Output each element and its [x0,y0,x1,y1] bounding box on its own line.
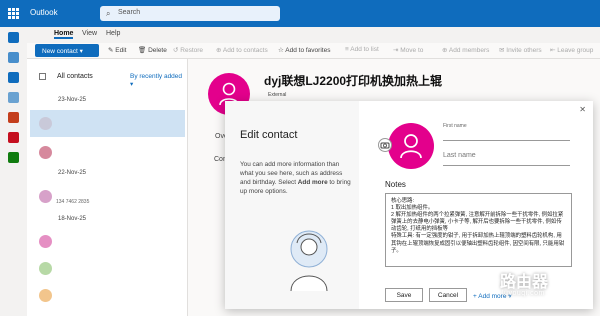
search-icon: ⌕ [106,9,111,18]
last-name-field[interactable]: Last name [443,152,570,166]
add-to-contacts-button[interactable]: ⊕ Add to contacts [216,46,268,54]
todo-icon[interactable] [8,92,19,103]
date-header: 23-Nov-25 [58,97,87,103]
avatar [39,117,52,130]
watermark: 路由器 luyouqi.com [488,268,593,310]
watermark-title: 路由器 [500,274,549,291]
sort-dropdown[interactable]: By recently added ▾ [130,73,187,88]
notes-label: Notes [385,180,406,189]
leave-group-button[interactable]: ⇤ Leave group [550,46,593,54]
cancel-button[interactable]: Cancel [429,288,467,302]
new-contact-label: New contact [42,48,78,55]
tab-help[interactable]: Help [106,30,120,37]
dialog-info-panel: Edit contact You can add more informatio… [225,101,359,309]
add-members-button[interactable]: ⊕ Add members [442,46,489,54]
avatar [39,190,52,203]
list-item[interactable] [30,255,185,282]
waffle-icon[interactable] [8,8,19,19]
add-to-list-label: Add to list [350,46,379,53]
save-button[interactable]: Save [385,288,423,302]
list-item[interactable] [30,228,185,255]
contact-type: External [268,92,287,98]
contact-list: All contacts By recently added ▾ 23-Nov-… [27,59,188,316]
restore-button[interactable]: ↺ Restore [173,46,203,54]
top-bar: Outlook ⌕ Search [0,0,600,27]
dialog-avatar [388,123,434,169]
avatar [39,289,52,302]
tab-view[interactable]: View [82,30,97,37]
notes-line: 特殊工具: 有一定强度的钳子, 用于拆卸加热上辊顶端的塑料齿轮机构, 用其钩在上… [391,233,565,254]
add-to-list-button[interactable]: ≡ Add to list [345,46,379,53]
list-item[interactable] [30,282,185,309]
add-to-contacts-label: Add to contacts [222,47,268,54]
add-members-label: Add members [448,47,490,54]
people-icon[interactable] [8,72,19,83]
tab-home[interactable]: Home [54,30,74,39]
move-to-label: Move to [400,47,424,54]
user-silhouette-icon [400,134,422,159]
app-icon-2[interactable] [8,132,19,143]
search-input[interactable]: ⌕ Search [100,6,280,21]
list-item-phone: 134 7462 2835 [56,199,90,205]
restore-label: Restore [180,47,204,54]
date-header: 18-Nov-25 [58,216,87,222]
camera-icon[interactable] [378,138,392,152]
delete-button[interactable]: 🗑 Delete [138,46,167,54]
contact-name: dyj联想LJ2200打印机换加热上辊 [264,74,443,88]
mail-icon[interactable] [8,32,19,43]
leave-group-label: Leave group [557,47,594,54]
edit-button[interactable]: ✎ Edit [108,46,126,54]
add-to-favorites-label: Add to favorites [285,47,331,54]
list-item[interactable] [30,139,185,166]
edit-label: Edit [115,47,127,54]
new-contact-button[interactable]: New contact ▾ [35,44,99,57]
move-to-button[interactable]: ⇥ Move to [393,46,423,54]
notes-textarea[interactable]: 核心思路: 1 取出加热组件。 2 解开加热组件的两个拉紧弹簧, 注意解开前拆除… [385,193,572,267]
desc-bold: Add more [297,179,328,186]
app-rail [0,27,27,316]
app-icon-3[interactable] [8,152,19,163]
menu-bar: Home View Help [27,27,600,43]
person-illustration [290,230,328,291]
avatar [39,146,52,159]
dialog-title: Edit contact [240,129,298,141]
calendar-icon[interactable] [8,52,19,63]
delete-label: Delete [148,47,167,54]
last-name-placeholder: Last name [443,152,476,159]
list-header: All contacts [57,73,93,80]
close-icon[interactable]: ✕ [579,105,586,114]
invite-others-button[interactable]: ✉ Invite others [499,46,542,54]
select-all-checkbox[interactable] [39,73,46,80]
first-name-label: First name [443,123,467,129]
watermark-url: luyouqi.com [502,290,545,297]
avatar [39,262,52,275]
app-title: Outlook [30,8,58,17]
sort-label: By recently added [130,73,183,80]
first-name-field[interactable]: First name [443,123,570,141]
invite-others-label: Invite others [506,47,542,54]
app-icon-1[interactable] [8,112,19,123]
list-item[interactable]: 134 7462 2835 [30,183,185,210]
search-placeholder: Search [118,9,141,16]
ribbon-toolbar: New contact ▾ ✎ Edit 🗑 Delete ↺ Restore … [27,43,600,59]
date-header: 22-Nov-25 [58,170,87,176]
dialog-description: You can add more information than what y… [240,160,354,196]
add-to-favorites-button[interactable]: ☆ Add to favorites [278,46,330,54]
avatar [39,235,52,248]
list-item[interactable] [30,110,185,137]
outlook-window: Outlook ⌕ Search Home View Help New cont… [0,0,600,316]
notes-line: 2 解开加热组件的两个拉紧弹簧, 注意解开前拆除一些干扰零件, 例如拉紧弹簧上的… [391,212,564,233]
